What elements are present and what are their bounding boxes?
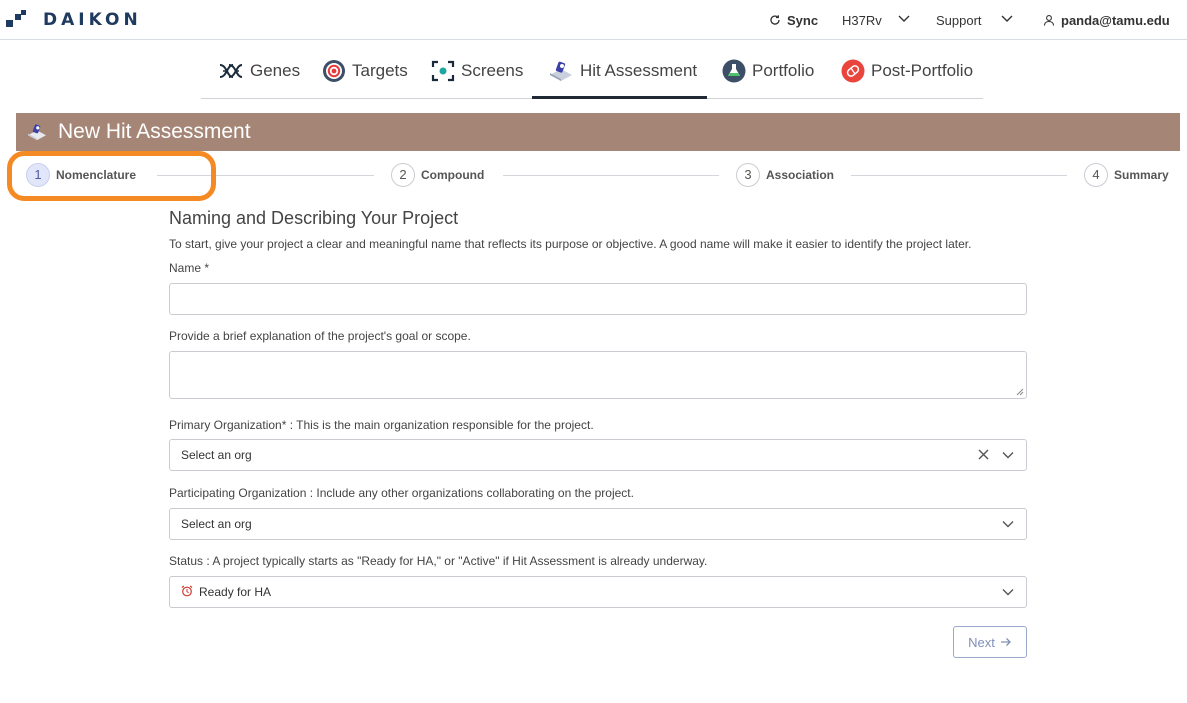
- tab-hit-assessment-label: Hit Assessment: [580, 61, 698, 80]
- module-nav: Genes Targets Screens Hit Assessment Por…: [201, 52, 983, 99]
- strain-selector[interactable]: H37Rv: [842, 13, 882, 28]
- step-3-circle[interactable]: 3: [736, 163, 760, 187]
- step-3-label[interactable]: Association: [766, 168, 834, 182]
- next-label: Next: [968, 634, 995, 650]
- tab-portfolio[interactable]: Portfolio: [722, 58, 814, 84]
- support-label: Support: [936, 13, 982, 28]
- description-field[interactable]: [169, 351, 1027, 399]
- support-menu[interactable]: Support: [936, 13, 982, 28]
- sync-icon: [770, 15, 780, 25]
- strain-chevron-down-icon[interactable]: [897, 11, 911, 25]
- step-connector: [851, 175, 1067, 176]
- name-field[interactable]: [169, 283, 1027, 315]
- clear-icon[interactable]: [977, 448, 990, 461]
- status-label: Status : A project typically starts as "…: [169, 554, 708, 568]
- tab-screens-label: Screens: [461, 61, 524, 80]
- active-tab-indicator: [532, 96, 707, 99]
- user-email: panda@tamu.edu: [1061, 13, 1170, 28]
- step-4-label[interactable]: Summary: [1114, 168, 1169, 182]
- tab-screens[interactable]: Screens: [431, 58, 523, 84]
- screen-scan-icon: [431, 60, 455, 82]
- chevron-down-icon[interactable]: [1002, 519, 1014, 529]
- name-label: Name *: [169, 261, 210, 275]
- participating-org-select[interactable]: Select an org: [169, 508, 1027, 540]
- tab-post-portfolio-label: Post-Portfolio: [871, 61, 974, 80]
- page-title: New Hit Assessment: [58, 120, 251, 143]
- tab-targets[interactable]: Targets: [322, 58, 408, 84]
- tab-hit-assessment[interactable]: Hit Assessment: [548, 58, 697, 84]
- primary-org-label: Primary Organization* : This is the main…: [169, 418, 594, 432]
- pill-icon: [841, 59, 865, 83]
- tab-portfolio-label: Portfolio: [752, 61, 815, 80]
- status-select[interactable]: Ready for HA: [169, 576, 1027, 608]
- support-chevron-down-icon[interactable]: [1000, 11, 1014, 25]
- participating-org-label: Participating Organization : Include any…: [169, 486, 634, 500]
- strain-label: H37Rv: [842, 13, 882, 28]
- description-label: Provide a brief explanation of the proje…: [169, 329, 471, 343]
- tab-targets-label: Targets: [352, 61, 408, 80]
- chevron-down-icon[interactable]: [1002, 450, 1014, 460]
- step-2-circle[interactable]: 2: [391, 163, 415, 187]
- tab-genes-label: Genes: [250, 61, 301, 80]
- alarm-clock-icon: [181, 585, 193, 597]
- dna-icon: [219, 64, 243, 78]
- primary-org-value: Select an org: [181, 448, 252, 462]
- user-icon: [1043, 15, 1055, 26]
- form-intro: To start, give your project a clear and …: [169, 237, 972, 251]
- tab-post-portfolio[interactable]: Post-Portfolio: [841, 58, 973, 84]
- target-icon: [323, 60, 345, 82]
- chevron-down-icon[interactable]: [1002, 587, 1014, 597]
- resize-grip-icon[interactable]: [1016, 388, 1024, 396]
- page-header: New Hit Assessment: [16, 113, 1180, 151]
- step-2-label[interactable]: Compound: [421, 168, 484, 182]
- user-menu[interactable]: panda@tamu.edu: [1043, 13, 1170, 28]
- flask-icon: [722, 59, 746, 83]
- primary-org-select[interactable]: Select an org: [169, 439, 1027, 471]
- tab-genes[interactable]: Genes: [218, 58, 300, 84]
- annotation-highlight-ring: [7, 151, 216, 201]
- daikon-logo-icon[interactable]: [6, 10, 26, 30]
- hit-assessment-icon: [550, 61, 572, 81]
- status-value: Ready for HA: [199, 585, 272, 599]
- step-4-circle[interactable]: 4: [1084, 163, 1108, 187]
- arrow-right-icon: [1000, 638, 1011, 646]
- sync-button[interactable]: Sync: [769, 13, 818, 28]
- sync-label: Sync: [787, 13, 819, 28]
- participating-org-value: Select an org: [181, 517, 252, 531]
- top-bar: DAIKON Sync H37Rv Support panda@tamu.edu: [0, 0, 1187, 40]
- hit-assessment-icon: [28, 124, 46, 141]
- step-connector: [503, 175, 719, 176]
- next-button[interactable]: Next: [953, 626, 1027, 658]
- form-heading: Naming and Describing Your Project: [169, 208, 459, 228]
- brand-name[interactable]: DAIKON: [43, 10, 142, 30]
